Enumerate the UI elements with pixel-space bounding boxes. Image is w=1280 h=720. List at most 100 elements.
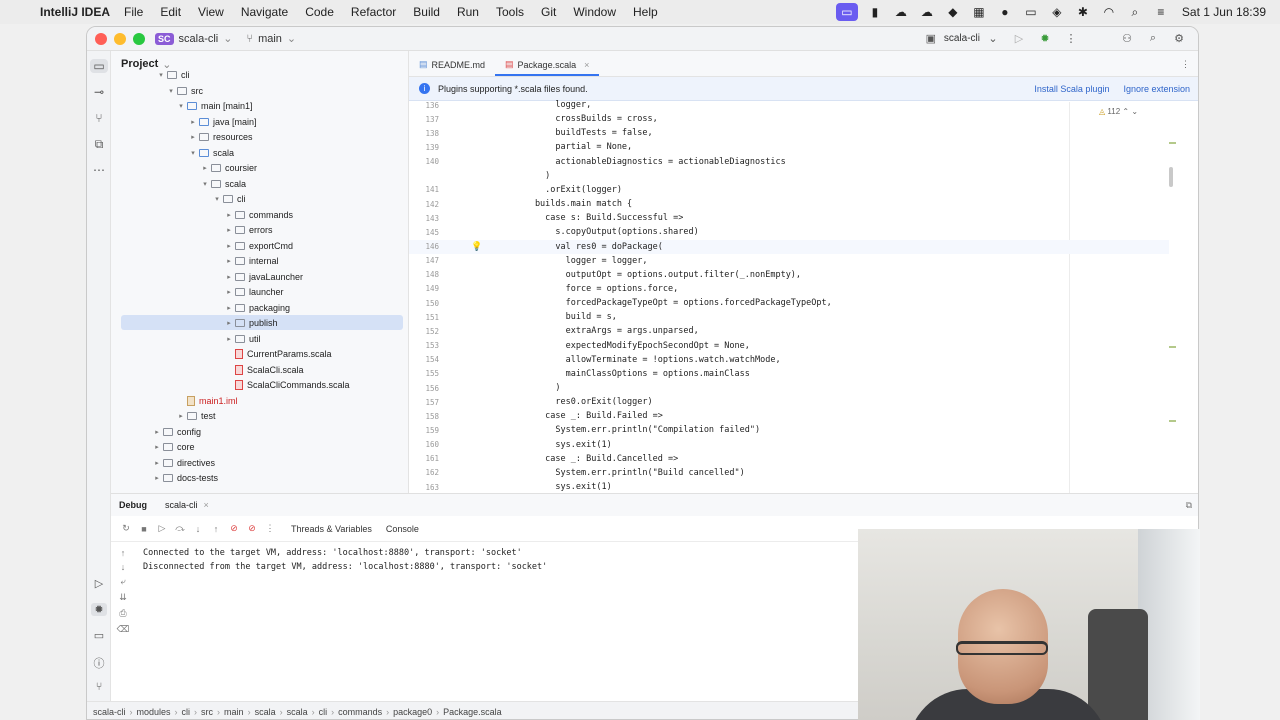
location-icon[interactable]: ◈	[1044, 5, 1070, 19]
breadcrumb-item[interactable]: Package.scala	[443, 707, 502, 717]
tab-menu-icon[interactable]: ⋮	[1181, 59, 1198, 76]
line-number[interactable]: 160	[409, 440, 439, 449]
line-number[interactable]: 149	[409, 284, 439, 293]
menu-window[interactable]: Window	[573, 5, 616, 19]
line-number[interactable]: 151	[409, 313, 439, 322]
menu-git[interactable]: Git	[541, 5, 556, 19]
search-icon[interactable]: ⌕	[1122, 5, 1148, 20]
menu-help[interactable]: Help	[633, 5, 658, 19]
menu-view[interactable]: View	[198, 5, 224, 19]
chevron-icon[interactable]: ▸	[151, 474, 163, 482]
battery-icon[interactable]: ▭	[1018, 5, 1044, 19]
code-line[interactable]: 136 logger,	[409, 98, 1169, 112]
line-number[interactable]: 137	[409, 115, 439, 124]
wifi-icon[interactable]: ◠	[1096, 5, 1122, 19]
project-folder-icon[interactable]: ▭	[90, 59, 108, 73]
menu-tools[interactable]: Tools	[496, 5, 524, 19]
menu-edit[interactable]: Edit	[160, 5, 181, 19]
code-line[interactable]: 147 logger = logger,	[409, 254, 1169, 268]
breadcrumb-item[interactable]: commands	[338, 707, 382, 717]
chevron-icon[interactable]: ▸	[151, 443, 163, 451]
line-number[interactable]: 159	[409, 426, 439, 435]
breadcrumb-item[interactable]: scala	[255, 707, 276, 717]
control-center-icon[interactable]: ≡	[1148, 5, 1174, 19]
line-number[interactable]: 157	[409, 398, 439, 407]
scrollbar-thumb[interactable]	[1169, 167, 1173, 187]
chevron-icon[interactable]: ▸	[151, 428, 163, 436]
line-number[interactable]: 139	[409, 143, 439, 152]
chevron-icon[interactable]: ▾	[199, 180, 211, 188]
code-line[interactable]: 149 force = options.force,	[409, 282, 1169, 296]
drive-icon[interactable]: ◆	[940, 5, 966, 19]
tree-item[interactable]: ▸ javaLauncher	[111, 269, 408, 284]
down-icon[interactable]: ↓	[116, 562, 130, 572]
line-number[interactable]: 146	[409, 242, 439, 251]
lightbulb-icon[interactable]: 💡	[471, 242, 482, 252]
chevron-down-icon[interactable]: ⌄	[980, 32, 1006, 45]
menu-navigate[interactable]: Navigate	[241, 5, 288, 19]
run-config-selector[interactable]: scala-cli	[944, 33, 980, 44]
tree-item[interactable]: ▸ internal	[111, 253, 408, 268]
tree-item[interactable]: ScalaCliCommands.scala	[111, 377, 408, 392]
line-number[interactable]: 148	[409, 270, 439, 279]
code-line[interactable]: 155 mainClassOptions = options.mainClass	[409, 367, 1169, 381]
line-number[interactable]: 154	[409, 355, 439, 364]
step-over-icon[interactable]: ⤼	[171, 523, 189, 534]
problems-icon[interactable]: ⓘ	[91, 655, 107, 671]
tree-item[interactable]: ▸ errors	[111, 222, 408, 237]
tree-item[interactable]: ▸ coursier	[111, 160, 408, 175]
dots-icon[interactable]: ●	[992, 5, 1018, 19]
line-number[interactable]: 150	[409, 299, 439, 308]
tree-item[interactable]: ▸ launcher	[111, 284, 408, 299]
breadcrumb-item[interactable]: src	[201, 707, 213, 717]
scroll-end-icon[interactable]: ⇊	[116, 592, 130, 603]
menu-code[interactable]: Code	[305, 5, 334, 19]
breadcrumb-item[interactable]: package0	[393, 707, 432, 717]
zoom-window-button[interactable]	[133, 32, 145, 45]
resume-icon[interactable]: ▷	[153, 523, 171, 534]
code-line[interactable]: 162 System.err.println("Build cancelled"…	[409, 466, 1169, 480]
tree-item[interactable]: ▸ test	[111, 408, 408, 423]
step-out-icon[interactable]: ↑	[207, 524, 225, 534]
code-line[interactable]: 163 sys.exit(1)	[409, 480, 1169, 493]
chevron-icon[interactable]: ▸	[223, 304, 235, 312]
tree-item[interactable]: ▾ cli	[111, 67, 408, 82]
tree-item[interactable]: ▸ directives	[111, 455, 408, 470]
tab-console[interactable]: Console	[384, 524, 421, 534]
add-user-icon[interactable]: ⚇	[1114, 32, 1140, 45]
chevron-icon[interactable]: ▾	[175, 102, 187, 110]
chevron-icon[interactable]: ▸	[175, 412, 187, 420]
chevron-icon[interactable]: ▾	[187, 149, 199, 157]
menu-build[interactable]: Build	[413, 5, 440, 19]
chevron-icon[interactable]: ▸	[223, 288, 235, 296]
code-line[interactable]: 139 partial = None,	[409, 140, 1169, 154]
breadcrumb-item[interactable]: cli	[182, 707, 191, 717]
tree-item[interactable]: ▾ main [main1]	[111, 98, 408, 113]
code-line[interactable]: 153 expectedModifyEpochSecondOpt = None,	[409, 339, 1169, 353]
menu-refactor[interactable]: Refactor	[351, 5, 396, 19]
scroll-marker[interactable]	[1169, 420, 1176, 422]
tree-item[interactable]: ▸ util	[111, 331, 408, 346]
line-number[interactable]: 163	[409, 483, 439, 492]
chevron-icon[interactable]: ▾	[211, 195, 223, 203]
code-line[interactable]: 137 crossBuilds = cross,	[409, 112, 1169, 126]
code-line[interactable]: 154 allowTerminate = !options.watch.watc…	[409, 353, 1169, 367]
line-number[interactable]: 147	[409, 256, 439, 265]
tab-readme[interactable]: ▤ README.md	[409, 59, 495, 76]
line-number[interactable]: 142	[409, 200, 439, 209]
code-line[interactable]: 152 extraArgs = args.unparsed,	[409, 324, 1169, 338]
code-line[interactable]: 145 s.copyOutput(options.shared)	[409, 225, 1169, 239]
ignore-extension-link[interactable]: Ignore extension	[1123, 84, 1190, 94]
cloud-alt-icon[interactable]: ☁	[914, 5, 940, 19]
tree-item[interactable]: ▸ exportCmd	[111, 238, 408, 253]
tree-item[interactable]: ScalaCli.scala	[111, 362, 408, 377]
structure-icon[interactable]: ⧉	[87, 137, 111, 152]
pull-request-icon[interactable]: ⑂	[87, 111, 111, 125]
menu-run[interactable]: Run	[457, 5, 479, 19]
line-number[interactable]: 161	[409, 454, 439, 463]
chevron-icon[interactable]: ▸	[223, 335, 235, 343]
line-number[interactable]: 162	[409, 468, 439, 477]
chevron-icon[interactable]: ▸	[199, 164, 211, 172]
chevron-icon[interactable]: ▸	[223, 273, 235, 281]
run-icon[interactable]: ▷	[1006, 32, 1032, 45]
